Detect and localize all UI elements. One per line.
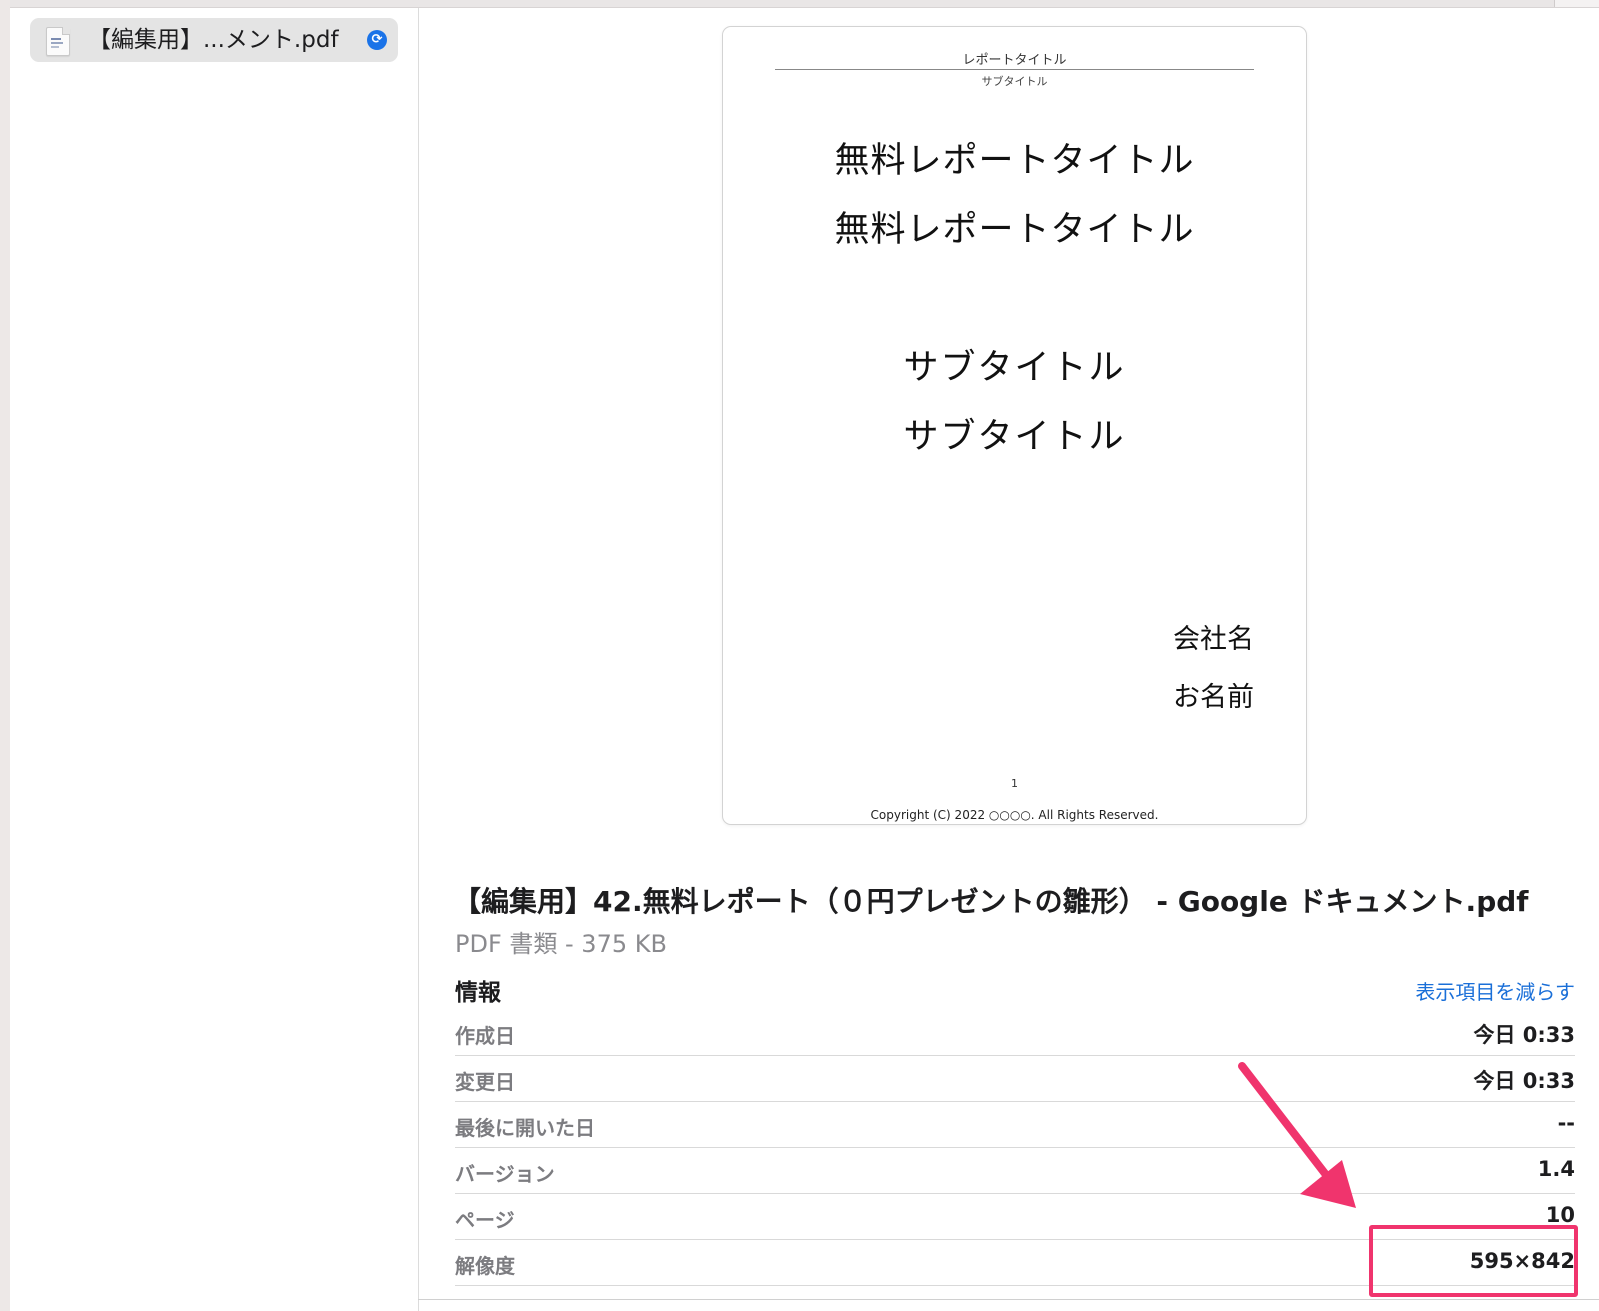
info-section-heading: 情報 (455, 980, 501, 1006)
pdf-main-title: 無料レポートタイトル (834, 141, 1195, 181)
pdf-subtitle: サブタイトル (903, 348, 1126, 388)
document-title: 【編集用】42.無料レポート（０円プレゼントの雛形） - Google ドキュメ… (453, 885, 1529, 918)
info-label: 作成日 (455, 1024, 515, 1048)
info-value: 今日 0:33 (1473, 1023, 1575, 1047)
info-row-last-opened: 最後に開いた日 -- (455, 1102, 1575, 1148)
window-left-edge (0, 0, 10, 1311)
pdf-header-subtitle: サブタイトル (981, 75, 1048, 88)
pdf-header-divider (775, 69, 1254, 70)
sidebar: 【編集用】...メント.pdf ⟳ (10, 8, 419, 1311)
info-label: 解像度 (455, 1254, 515, 1278)
window-top-strip (10, 0, 1599, 8)
pdf-copyright: Copyright (C) 2022 ○○○○. All Rights Rese… (870, 808, 1159, 822)
pdf-document-icon (46, 27, 70, 56)
info-label: 変更日 (455, 1070, 515, 1094)
pane-bottom-divider (418, 1299, 1599, 1300)
info-label: バージョン (455, 1162, 555, 1186)
info-label: ページ (455, 1208, 515, 1232)
info-row-modified: 変更日 今日 0:33 (455, 1056, 1575, 1102)
document-kind-size: PDF 書類 - 375 KB (455, 930, 667, 958)
info-value: -- (1557, 1111, 1575, 1135)
info-value: 10 (1545, 1203, 1575, 1227)
pdf-preview-page: レポートタイトル サブタイトル 無料レポートタイトル 無料レポートタイトル サブ… (722, 26, 1307, 825)
sidebar-file-name: 【編集用】...メント.pdf (88, 27, 339, 53)
pdf-author-name: お名前 (1173, 682, 1254, 713)
pdf-main-title: 無料レポートタイトル (834, 210, 1195, 250)
window-corner (1554, 0, 1599, 7)
pdf-header-title: レポートタイトル (962, 53, 1067, 68)
info-row-version: バージョン 1.4 (455, 1148, 1575, 1194)
pdf-subtitle: サブタイトル (903, 417, 1126, 457)
info-label: 最後に開いた日 (455, 1116, 595, 1140)
info-value: 1.4 (1537, 1157, 1575, 1181)
annotation-highlight-box (1369, 1225, 1578, 1297)
sync-icon[interactable]: ⟳ (367, 30, 387, 50)
info-value: 今日 0:33 (1473, 1069, 1575, 1093)
sidebar-file-item[interactable]: 【編集用】...メント.pdf ⟳ (30, 18, 398, 62)
info-row-created: 作成日 今日 0:33 (455, 1010, 1575, 1056)
pdf-company-name: 会社名 (1173, 624, 1254, 655)
show-less-link[interactable]: 表示項目を減らす (1415, 976, 1575, 1005)
pdf-page-number: 1 (1011, 777, 1018, 790)
